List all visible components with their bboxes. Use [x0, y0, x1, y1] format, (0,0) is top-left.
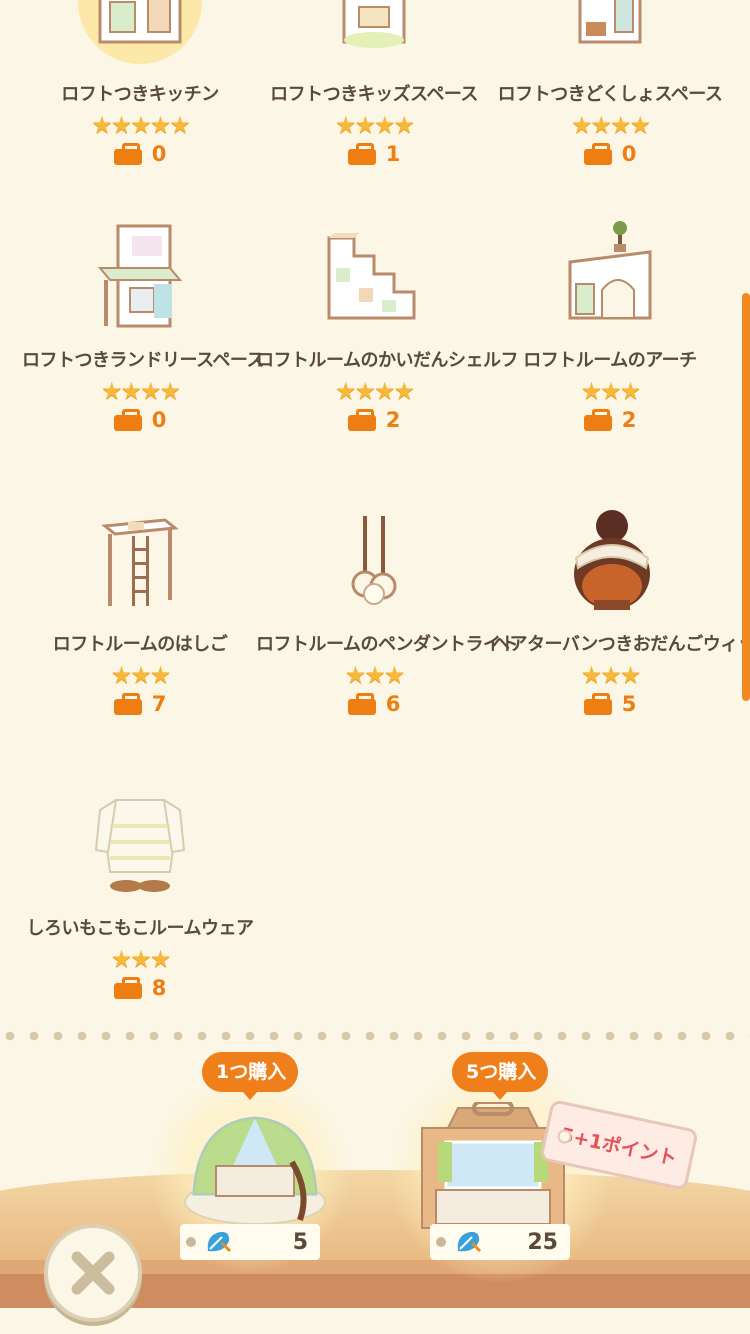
- owned-value: 7: [151, 692, 167, 716]
- loft-kids-space-icon: [256, 0, 492, 72]
- rating-stars: ★★★: [580, 661, 642, 689]
- leaf-ticket-icon: [457, 1231, 482, 1253]
- item-name: ロフトルームのアーチ: [523, 350, 697, 371]
- owned-value: 5: [621, 692, 637, 716]
- item-card[interactable]: ロフトルームのアーチ ★★★ 2: [492, 218, 728, 432]
- item-card[interactable]: ロフトつきキッチン ★★★★★ 0: [22, 0, 258, 166]
- loft-stair-shelf-icon: [256, 218, 492, 338]
- buy-one-label: 1つ購入: [202, 1052, 298, 1100]
- owned-count: 8: [22, 976, 258, 1000]
- rating-stars: ★★★★: [570, 111, 651, 139]
- pin-icon: [436, 1237, 446, 1247]
- single-bag-button[interactable]: [180, 1102, 330, 1232]
- item-name: ヘアターバンつきおだんごウィッグ: [492, 634, 750, 655]
- owned-count: 5: [492, 692, 728, 716]
- loft-pendant-light-icon: [256, 502, 492, 622]
- item-name: ロフトつきキッズスペース: [270, 84, 478, 105]
- bag-icon: [583, 409, 612, 431]
- pack-box-icon: [421, 1100, 565, 1229]
- item-name: ロフトルームのペンダントライト: [256, 634, 518, 655]
- divider: [0, 1030, 750, 1042]
- bundle-price-value: 25: [527, 1229, 558, 1255]
- bundle-price: 25: [430, 1224, 570, 1260]
- item-card[interactable]: ロフトつきキッズスペース ★★★★ 1: [256, 0, 492, 166]
- rating-stars: ★★★★★: [91, 111, 191, 139]
- fluffy-roomwear-icon: [22, 786, 258, 906]
- owned-value: 1: [385, 142, 401, 166]
- item-card[interactable]: ヘアターバンつきおだんごウィッグ ★★★ 5: [492, 502, 750, 716]
- owned-count: 0: [22, 142, 258, 166]
- scrollbar[interactable]: [742, 293, 750, 701]
- pack-bag-icon: [184, 1116, 326, 1225]
- bundle-box-button[interactable]: [418, 1100, 568, 1232]
- rating-stars: ★★★: [110, 661, 172, 689]
- bag-icon: [113, 693, 142, 715]
- owned-value: 0: [151, 142, 167, 166]
- item-name: しろいもこもこルームウェア: [26, 918, 254, 939]
- item-name: ロフトルームのかいだんシェルフ: [256, 350, 518, 371]
- owned-count: 2: [492, 408, 728, 432]
- item-card[interactable]: ロフトつきどくしょスペース ★★★★ 0: [492, 0, 728, 166]
- bag-icon: [113, 409, 142, 431]
- owned-value: 8: [151, 976, 167, 1000]
- owned-value: 0: [621, 142, 637, 166]
- rating-stars: ★★★: [344, 661, 406, 689]
- item-card[interactable]: しろいもこもこルームウェア ★★★ 8: [22, 786, 258, 1000]
- bun-wig-icon: [492, 502, 728, 622]
- single-price-value: 5: [292, 1229, 308, 1255]
- loft-kitchen-icon: [22, 0, 258, 72]
- item-name: ロフトルームのはしご: [52, 634, 228, 655]
- owned-value: 2: [621, 408, 637, 432]
- purchase-panel: 1つ購入 5 5つ購入 5+1ポイント 25: [0, 1042, 750, 1334]
- item-card[interactable]: ロフトルームのペンダントライト ★★★ 6: [256, 502, 518, 716]
- rating-stars: ★★★★: [334, 111, 415, 139]
- bag-icon: [347, 409, 376, 431]
- bag-icon: [347, 693, 376, 715]
- owned-count: 7: [22, 692, 258, 716]
- owned-count: 2: [256, 408, 492, 432]
- bag-icon: [113, 143, 142, 165]
- rating-stars: ★★★: [110, 945, 172, 973]
- item-list[interactable]: ロフトつきキッチン ★★★★★ 0 ロフトつきキッズスペース ★★★★ 1 ロフ…: [0, 0, 750, 1030]
- loft-reading-space-icon: [492, 0, 728, 72]
- leaf-ticket-icon: [207, 1231, 232, 1253]
- single-price: 5: [180, 1224, 320, 1260]
- owned-count: 6: [256, 692, 492, 716]
- owned-count: 1: [256, 142, 492, 166]
- item-card[interactable]: ロフトルームのかいだんシェルフ ★★★★ 2: [256, 218, 518, 432]
- owned-value: 0: [151, 408, 167, 432]
- owned-count: 0: [492, 142, 728, 166]
- rating-stars: ★★★★: [334, 377, 415, 405]
- buy-five-label: 5つ購入: [452, 1052, 548, 1100]
- item-name: ロフトつきランドリースペース: [22, 350, 264, 371]
- bag-icon: [113, 977, 142, 999]
- pin-icon: [186, 1237, 196, 1247]
- bag-icon: [583, 143, 612, 165]
- item-name: ロフトつきどくしょスペース: [497, 84, 723, 105]
- item-card[interactable]: ロフトルームのはしご ★★★ 7: [22, 502, 258, 716]
- bag-icon: [347, 143, 376, 165]
- bag-icon: [583, 693, 612, 715]
- loft-laundry-space-icon: [22, 218, 258, 338]
- owned-count: 0: [22, 408, 258, 432]
- close-button[interactable]: [44, 1224, 142, 1322]
- loft-ladder-icon: [22, 502, 258, 622]
- close-x-icon: [71, 1251, 115, 1295]
- loft-arch-icon: [492, 218, 728, 338]
- item-name: ロフトつきキッチン: [61, 84, 219, 105]
- owned-value: 2: [385, 408, 401, 432]
- rating-stars: ★★★★: [100, 377, 181, 405]
- rating-stars: ★★★: [580, 377, 642, 405]
- item-card[interactable]: ロフトつきランドリースペース ★★★★ 0: [22, 218, 264, 432]
- owned-value: 6: [385, 692, 401, 716]
